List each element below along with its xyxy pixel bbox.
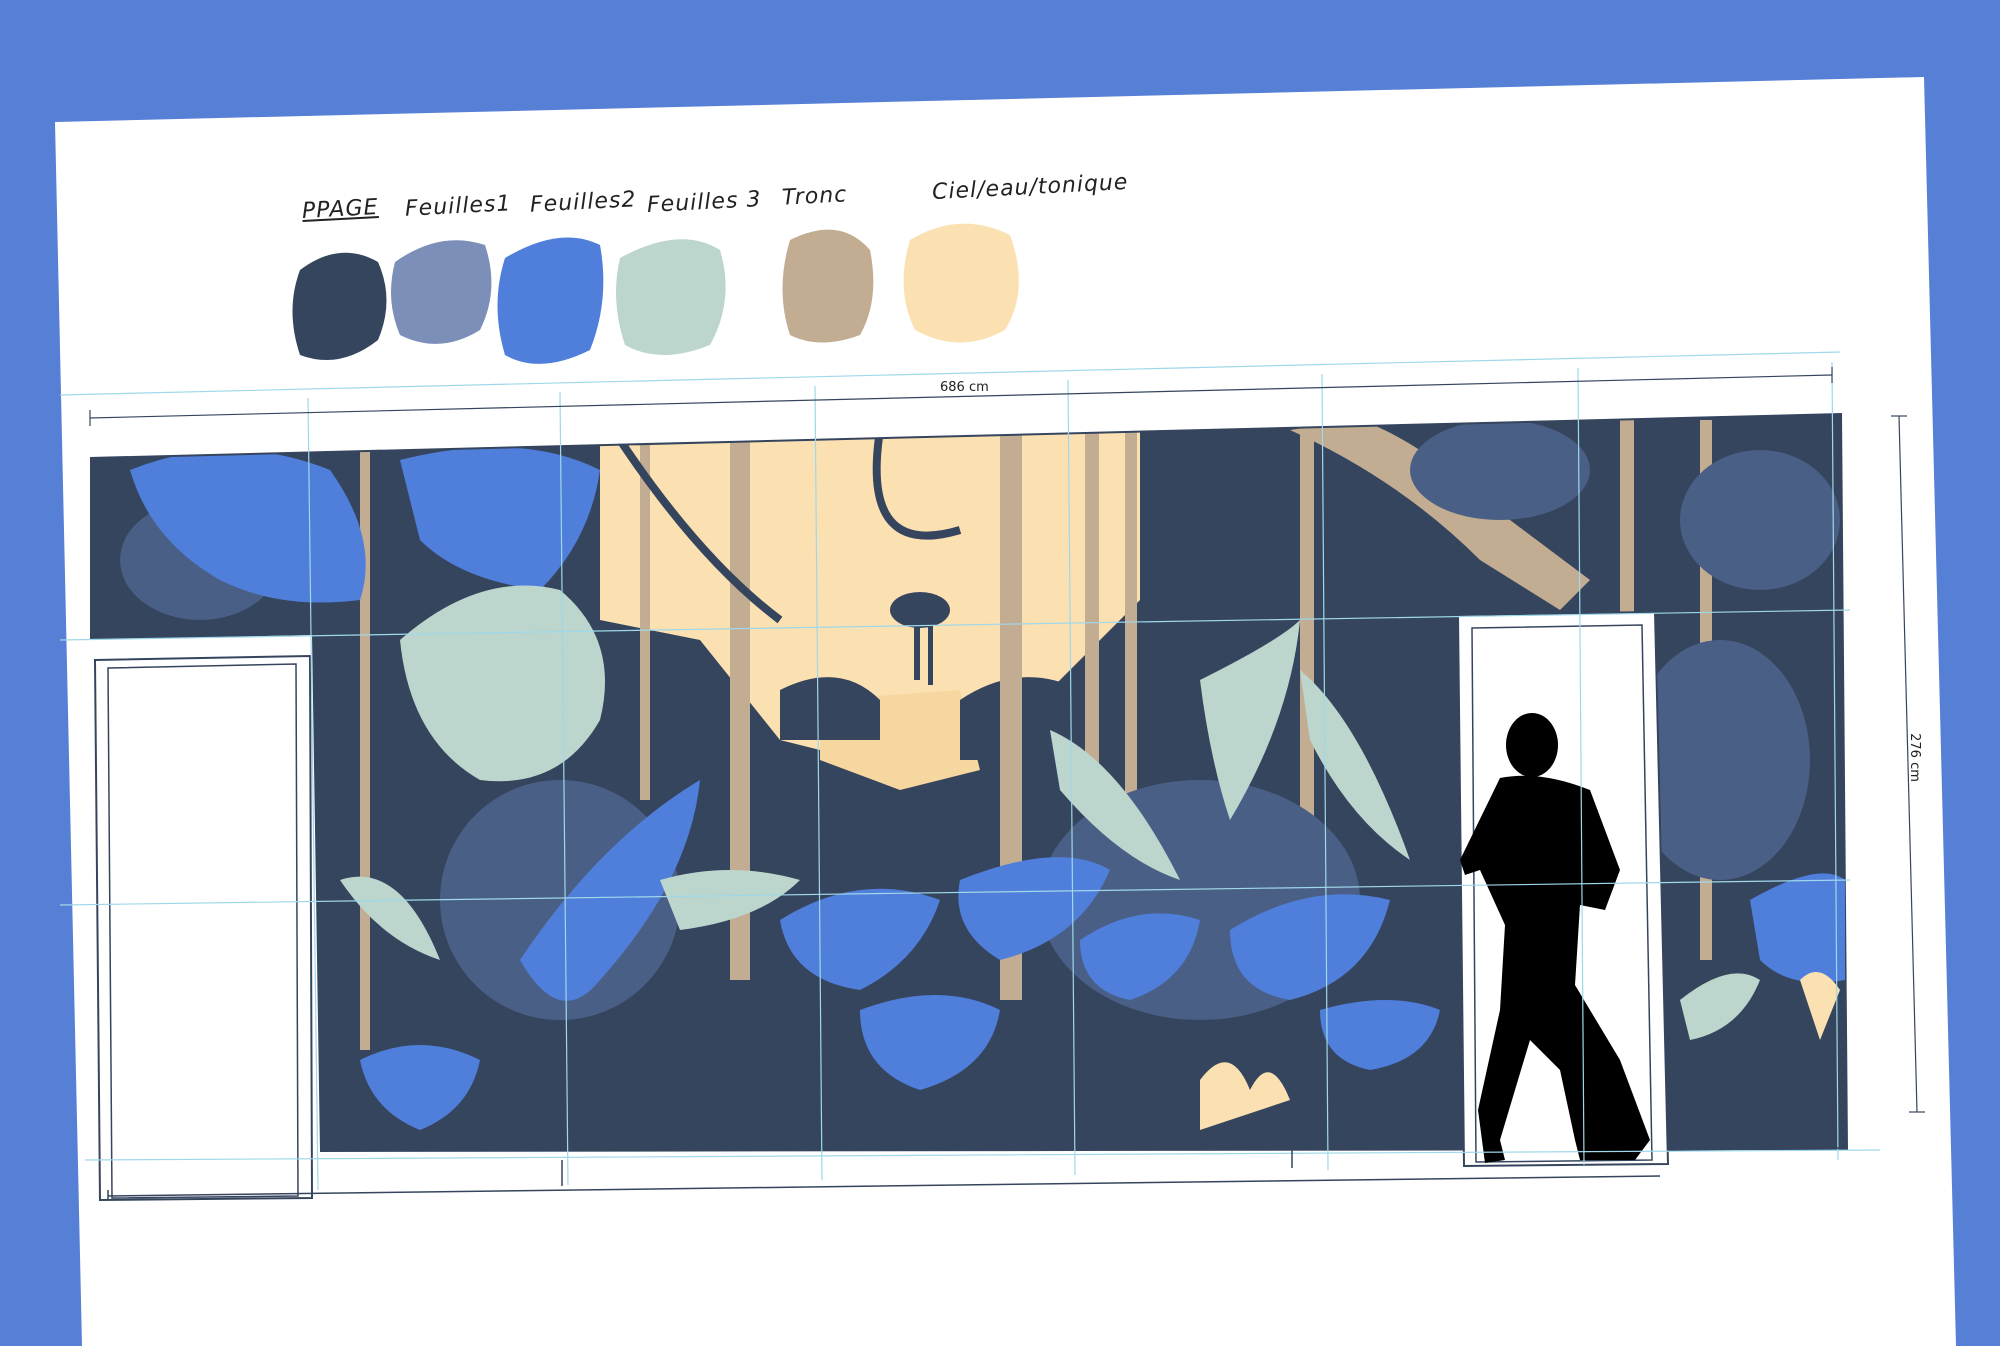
swatch-feuilles1	[391, 240, 492, 344]
swatch-tronc	[782, 229, 874, 343]
swatch-ciel	[903, 223, 1019, 343]
swatch-label-ppage: PPAGE	[301, 195, 380, 224]
mural-layout-sheet	[55, 77, 1956, 1346]
swatch-label-tronc: Tronc	[781, 182, 848, 211]
swatch-feuilles2	[497, 237, 604, 364]
width-dimension-label: 686 cm	[940, 380, 989, 395]
swatch-ppage	[292, 252, 387, 360]
left-door	[93, 654, 314, 1202]
swatch-feuilles3	[616, 239, 726, 355]
height-dimension-label: 276 cm	[1906, 733, 1922, 782]
